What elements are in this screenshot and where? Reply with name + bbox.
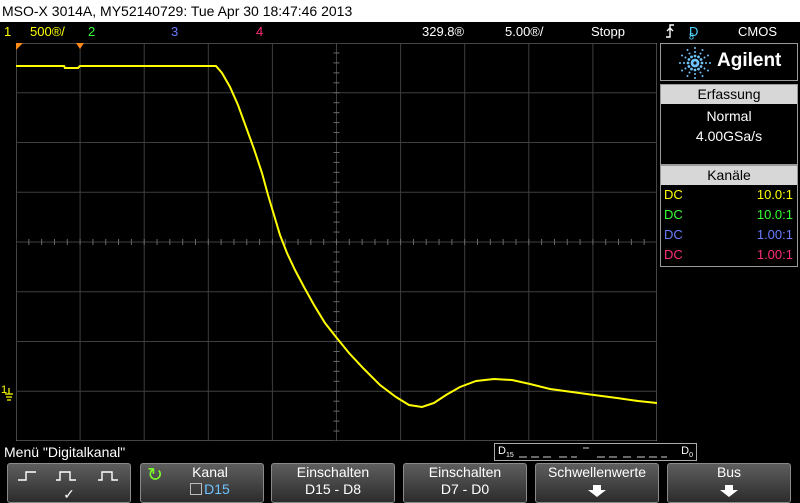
softkey-sublabel: D7 - D0 bbox=[440, 481, 490, 497]
channel-coupling: DC bbox=[664, 187, 683, 202]
agilent-spark-logo bbox=[679, 47, 711, 79]
brand-name: Agilent bbox=[717, 50, 782, 71]
sample-rate: 4.00GSa/s bbox=[695, 128, 763, 144]
digital-bus-indicator: D15 D0 bbox=[494, 443, 697, 461]
bus-left-label: D bbox=[498, 445, 506, 457]
waveform-display[interactable] bbox=[15, 42, 658, 442]
softkey-threshold-style[interactable]: ✓ bbox=[7, 463, 131, 503]
acquisition-box[interactable]: Erfassung Normal 4.00GSa/s bbox=[660, 84, 798, 165]
title-bar: MSO-X 3014A, MY52140729: Tue Apr 30 18:4… bbox=[0, 0, 800, 22]
ch2-number[interactable]: 2 bbox=[88, 22, 95, 41]
ch1-scale[interactable]: 500®/ bbox=[30, 22, 65, 41]
ch3-number[interactable]: 3 bbox=[171, 22, 178, 41]
softkey-label: Einschalten bbox=[428, 464, 502, 480]
channel-row-1[interactable]: DC 10.0:1 bbox=[661, 185, 797, 205]
run-state: Stopp bbox=[591, 24, 625, 39]
acquisition-mode: Normal bbox=[706, 108, 752, 124]
softkey-check: ✓ bbox=[63, 486, 75, 502]
acquisition-header: Erfassung bbox=[661, 85, 797, 104]
channels-header: Kanäle bbox=[661, 166, 797, 185]
time-scale[interactable]: 5.00®/ bbox=[505, 22, 544, 41]
ch1-ground-marker[interactable]: 1 bbox=[0, 384, 16, 404]
channel-coupling: DC bbox=[664, 247, 683, 262]
checkbox-icon bbox=[190, 483, 203, 495]
softkey-label: Bus bbox=[716, 464, 742, 480]
softkey-bus[interactable]: Bus bbox=[667, 463, 791, 503]
ch1-number[interactable]: 1 bbox=[4, 22, 11, 41]
status-bar: 1 500®/ 2 3 4 329.8® 5.00®/ Stopp D8 CMO… bbox=[0, 22, 800, 44]
probe-ratio: 10.0:1 bbox=[756, 187, 793, 202]
channels-box[interactable]: Kanäle DC 10.0:1 DC 10.0:1 DC 1.00:1 DC … bbox=[660, 165, 798, 267]
probe-ratio: 1.00:1 bbox=[756, 247, 793, 262]
channel-row-3[interactable]: DC 1.00:1 bbox=[661, 225, 797, 245]
channel-coupling: DC bbox=[664, 227, 683, 242]
rotate-knob-icon: ↻ bbox=[147, 465, 163, 486]
softkey-einschalten-d7-d0[interactable]: Einschalten D7 - D0 bbox=[403, 463, 527, 503]
softkey-schwellenwerte[interactable]: Schwellenwerte bbox=[535, 463, 659, 503]
softkey-bar: ✓ ↻ Kanal D15 Einschalten D15 - D8 Einsc… bbox=[0, 461, 800, 503]
probe-ratio: 1.00:1 bbox=[756, 227, 793, 242]
softkey-einschalten-d15-d8[interactable]: Einschalten D15 - D8 bbox=[271, 463, 395, 503]
window-title: MSO-X 3014A, MY52140729: Tue Apr 30 18:4… bbox=[2, 3, 353, 19]
trigger-level[interactable]: CMOS bbox=[738, 22, 777, 41]
ch4-number[interactable]: 4 bbox=[256, 22, 263, 41]
time-delay[interactable]: 329.8® bbox=[422, 22, 464, 41]
channel-coupling: DC bbox=[664, 207, 683, 222]
probe-ratio: 10.0:1 bbox=[756, 207, 793, 222]
bus-channel-dashes bbox=[519, 447, 667, 458]
submenu-arrow-icon bbox=[588, 485, 606, 497]
side-panel: Agilent Erfassung Normal 4.00GSa/s Kanäl… bbox=[660, 43, 800, 443]
trigger-edge-icon bbox=[664, 22, 676, 44]
channel-row-4[interactable]: DC 1.00:1 bbox=[661, 245, 797, 265]
softkey-kanal[interactable]: ↻ Kanal D15 bbox=[140, 463, 264, 503]
channel-value: D15 bbox=[204, 481, 230, 497]
softkey-sublabel: D15 - D8 bbox=[304, 481, 362, 497]
brand-box: Agilent bbox=[660, 43, 798, 81]
softkey-label: Schwellenwerte bbox=[547, 464, 647, 480]
softkey-label: Einschalten bbox=[296, 464, 370, 480]
channel-row-2[interactable]: DC 10.0:1 bbox=[661, 205, 797, 225]
menu-label: Menü "Digitalkanal" bbox=[4, 444, 126, 460]
submenu-arrow-icon bbox=[720, 485, 738, 497]
bus-right-label: D bbox=[681, 445, 690, 457]
signal-shape-icons bbox=[18, 471, 118, 481]
